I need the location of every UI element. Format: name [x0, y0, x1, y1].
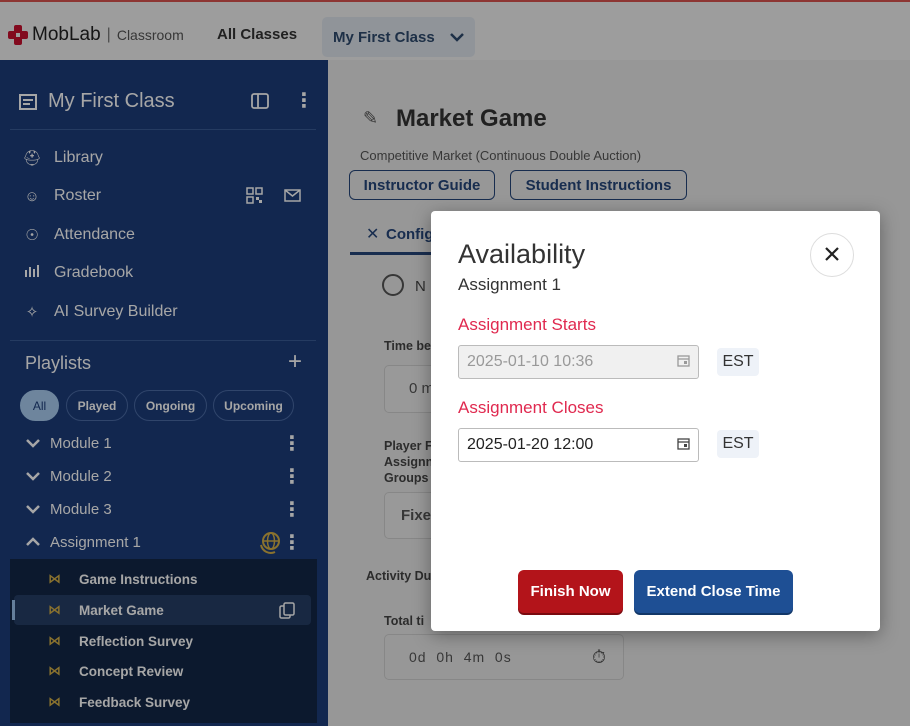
assignment-closes-label: Assignment Closes [458, 398, 604, 417]
close-icon [824, 242, 840, 268]
calendar-icon[interactable] [677, 437, 690, 453]
calendar-icon [677, 354, 690, 370]
extend-close-time-button[interactable]: Extend Close Time [634, 570, 793, 613]
assignment-closes-input[interactable]: 2025-01-20 12:00 [458, 428, 699, 462]
assignment-closes-value: 2025-01-20 12:00 [467, 436, 594, 453]
availability-modal: Availability Assignment 1 Assignment Sta… [431, 211, 880, 631]
close-button[interactable] [810, 233, 854, 277]
modal-title: Availability [458, 239, 586, 269]
assignment-starts-label: Assignment Starts [458, 315, 596, 334]
finish-now-button[interactable]: Finish Now [518, 570, 623, 613]
assignment-starts-value: 2025-01-10 10:36 [467, 353, 594, 370]
modal-subtitle: Assignment 1 [458, 275, 561, 294]
assignment-starts-input: 2025-01-10 10:36 [458, 345, 699, 379]
starts-timezone-badge: EST [717, 348, 759, 376]
closes-timezone-badge: EST [717, 430, 759, 458]
